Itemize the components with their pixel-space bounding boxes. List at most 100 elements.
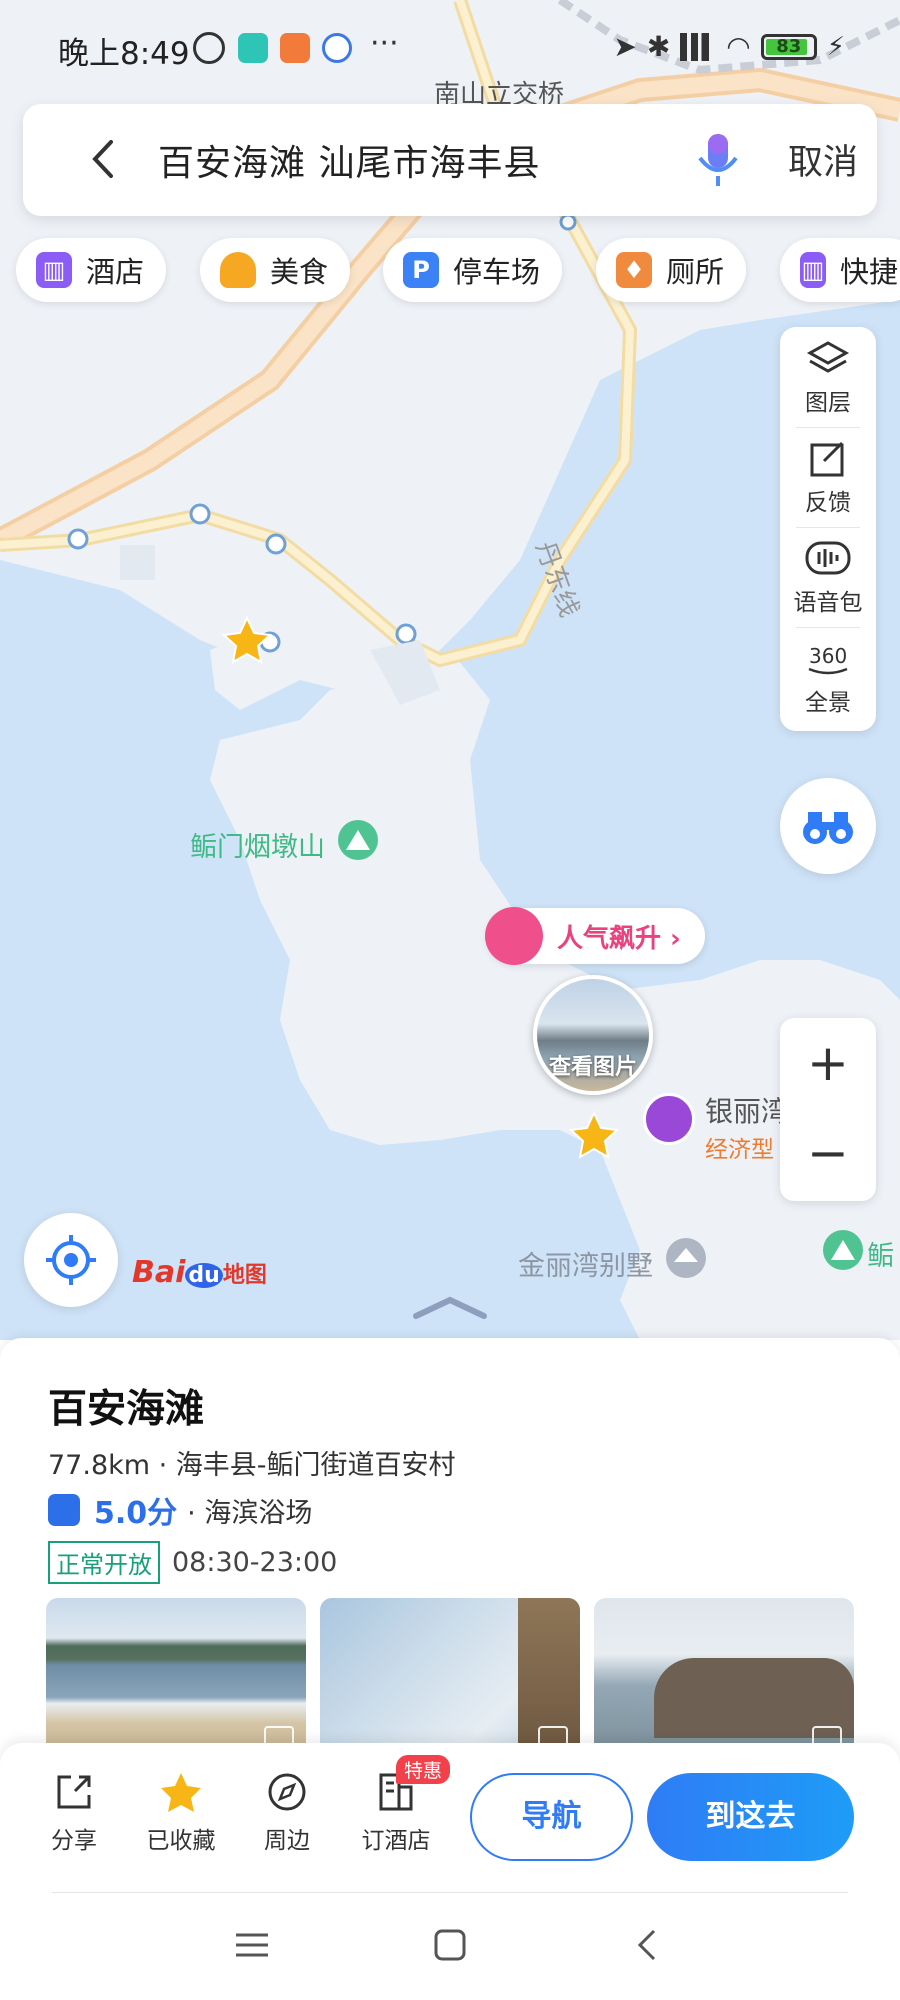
poi-photo-beach[interactable]: [46, 1598, 306, 1758]
back-icon[interactable]: [626, 1923, 670, 1967]
more-icon: ···: [370, 26, 399, 61]
hotel-marker-icon[interactable]: [643, 1093, 695, 1145]
edge-poi-label[interactable]: 鲘: [867, 1234, 894, 1273]
battery-level: 83: [776, 35, 802, 57]
layers-label: 图层: [805, 390, 851, 416]
poi-name: 百安海滩: [48, 1387, 205, 1432]
back-arrow-icon[interactable]: [83, 134, 123, 184]
locate-me-button[interactable]: [24, 1213, 118, 1307]
battery-icon: 83: [760, 33, 817, 60]
nearby-button[interactable]: 周边: [237, 1771, 337, 1855]
voice-pack-button[interactable]: 语音包: [780, 527, 876, 627]
share-button[interactable]: 分享: [24, 1771, 124, 1855]
compass-icon: [268, 1773, 306, 1811]
popularity-icon: [485, 907, 543, 965]
chip-label: 厕所: [666, 255, 725, 289]
star-icon: [161, 1773, 201, 1812]
nearby-label: 周边: [264, 1828, 310, 1854]
baidu-map-logo: Bai du 地图: [132, 1255, 267, 1290]
rating-logo-icon: [48, 1494, 80, 1526]
category-chip-hotel[interactable]: ▥ 酒店: [16, 238, 167, 302]
zoom-panel: + −: [780, 1018, 876, 1201]
poi-photo-rocks[interactable]: [594, 1598, 854, 1758]
favorite-button[interactable]: 已收藏: [131, 1771, 231, 1855]
app-notification-icon: [322, 33, 352, 63]
layers-button[interactable]: 图层: [780, 327, 876, 427]
poi-rating-row[interactable]: 5.0分 · 海滨浴场: [48, 1488, 312, 1532]
favorited-label: 已收藏: [146, 1828, 216, 1854]
map-tool-panel: 图层 反馈 语音包 360 全景: [780, 327, 876, 731]
view-photos-label: 查看图片: [548, 1055, 637, 1080]
chip-label: 停车场: [453, 255, 541, 289]
signal-icon: [680, 32, 717, 61]
logo-du: du: [185, 1263, 223, 1288]
search-query[interactable]: 百安海滩 汕尾市海丰县: [158, 134, 540, 186]
navigate-button[interactable]: 导航: [470, 1773, 633, 1861]
category-chip-parking[interactable]: P 停车场: [383, 238, 563, 302]
chip-label: 快捷: [839, 255, 898, 289]
taobao-app-icon: [280, 33, 310, 63]
panorama-button[interactable]: 360 全景: [780, 627, 876, 727]
feedback-button[interactable]: 反馈: [780, 427, 876, 527]
poi-hours-row: 正常开放 08:30-23:00: [48, 1541, 337, 1584]
binocular-icon: [803, 812, 853, 844]
panorama-360-icon: 360: [808, 644, 848, 675]
telegram-app-icon: [238, 33, 268, 63]
zoom-in-button[interactable]: +: [780, 1018, 876, 1108]
chip-label: 酒店: [86, 255, 145, 289]
home-icon[interactable]: [428, 1923, 472, 1967]
zoom-out-button[interactable]: −: [780, 1108, 876, 1198]
feedback-label: 反馈: [805, 490, 851, 516]
share-icon: [57, 1775, 91, 1809]
wifi-icon: ◠: [726, 30, 751, 63]
rating-score: 5.0分: [94, 1496, 178, 1531]
budget-hotel-icon: ▥: [800, 252, 826, 288]
logo-bai: Bai: [132, 1255, 186, 1290]
locate-icon: [46, 1235, 96, 1285]
logo-map: 地图: [222, 1263, 267, 1288]
hotel-icon: ▥: [36, 252, 72, 288]
chip-label: 美食: [270, 255, 329, 289]
voice-pack-label: 语音包: [793, 590, 863, 616]
system-nav-bar: [0, 1893, 900, 2000]
hotel-marker-type: 经济型: [705, 1137, 774, 1163]
menu-icon[interactable]: [230, 1923, 274, 1967]
feedback-icon: [810, 441, 844, 477]
layers-icon: [806, 341, 850, 373]
action-bar: 分享 已收藏 周边 订酒店 特惠 导航 到这去: [0, 1743, 900, 1893]
opening-hours: 08:30-23:00: [172, 1547, 338, 1578]
share-label: 分享: [51, 1828, 97, 1854]
location-arrow-icon: ➤: [613, 30, 637, 63]
book-hotel-label: 订酒店: [361, 1828, 431, 1854]
voice-pack-icon: [805, 541, 851, 575]
deal-badge: 特惠: [396, 1755, 451, 1784]
go-here-button[interactable]: 到这去: [647, 1773, 854, 1861]
category-chip-toilet[interactable]: ♦ 厕所: [596, 238, 747, 302]
microphone-icon[interactable]: [691, 130, 745, 190]
binocular-button[interactable]: [780, 778, 876, 874]
poi-category: · 海滨浴场: [187, 1497, 313, 1529]
open-status-badge: 正常开放: [48, 1541, 160, 1584]
alarm-icon: [193, 32, 225, 64]
category-chip-food[interactable]: 美食: [200, 238, 351, 302]
parking-icon: P: [403, 252, 439, 288]
charging-icon: ⚡: [826, 31, 845, 62]
cancel-button[interactable]: 取消: [788, 134, 858, 185]
poi-photo-clock-tower[interactable]: [320, 1598, 580, 1758]
popularity-label: 人气飙升 ›: [557, 923, 681, 954]
panorama-label: 全景: [805, 690, 851, 716]
svg-text:360: 360: [809, 644, 847, 668]
food-icon: [220, 252, 256, 288]
view-photos-marker[interactable]: 查看图片: [533, 975, 653, 1095]
toilet-icon: ♦: [616, 252, 652, 288]
status-time: 晚上8:49: [58, 36, 190, 72]
poi-address: 77.8km · 海丰县-鲘门街道百安村: [48, 1450, 456, 1481]
mountain-label[interactable]: 鲘门烟墩山: [190, 825, 325, 864]
bluetooth-icon: ✱: [646, 30, 671, 63]
villa-label[interactable]: 金丽湾别墅: [518, 1244, 653, 1283]
sheet-expand-handle-icon[interactable]: [410, 1292, 490, 1322]
hotel-marker-name[interactable]: 银丽湾: [705, 1090, 789, 1130]
search-bar: 百安海滩 汕尾市海丰县 取消: [23, 104, 877, 216]
popularity-rising-pill[interactable]: 人气飙升 ›: [485, 907, 705, 965]
category-chip-budget-hotel[interactable]: ▥ 快捷: [780, 238, 900, 302]
